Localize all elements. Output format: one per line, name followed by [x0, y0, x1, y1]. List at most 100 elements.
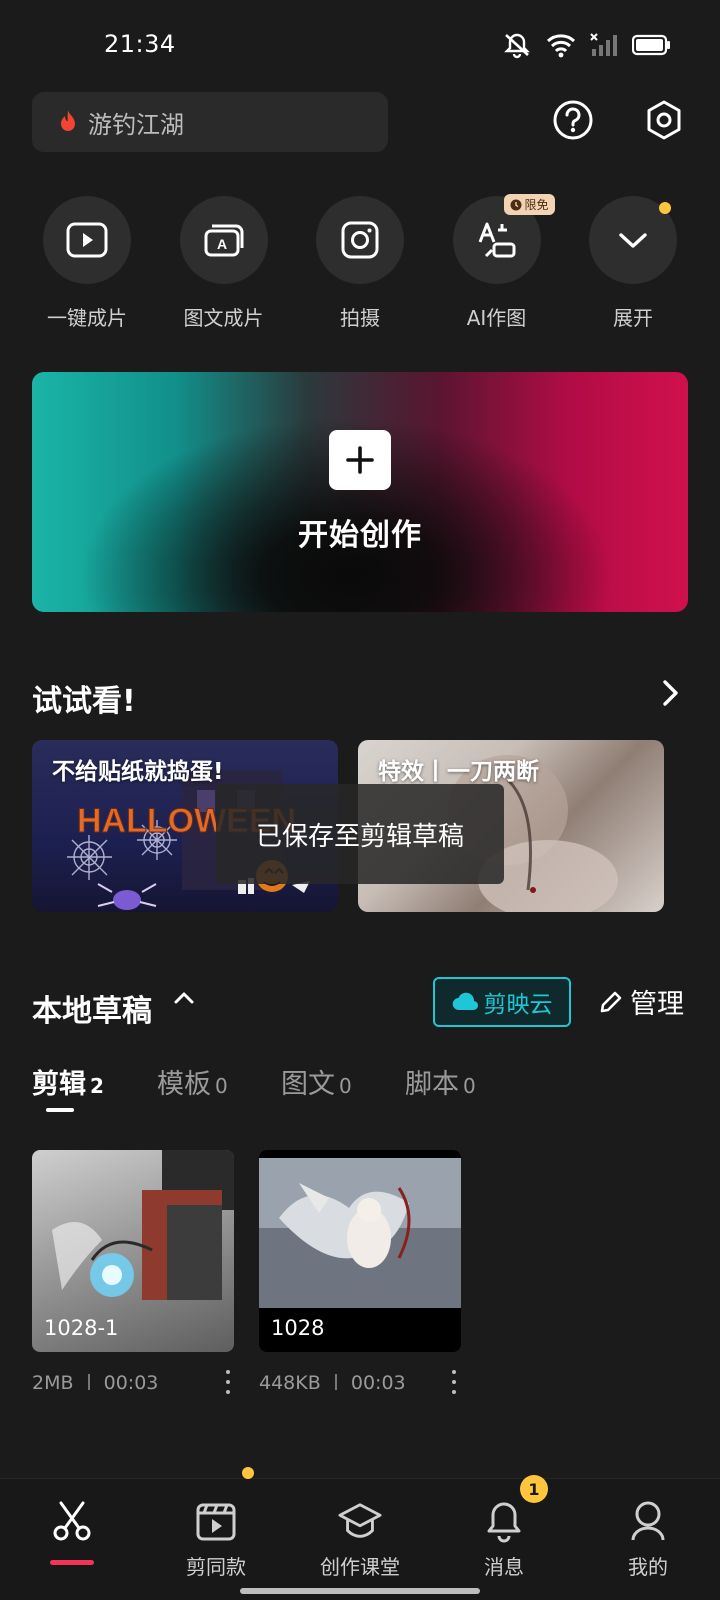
- quick-action-label: 拍摄: [340, 306, 380, 330]
- tab-underline: [46, 1108, 74, 1112]
- tab-count: 0: [215, 1074, 228, 1098]
- plus-icon: [329, 430, 391, 490]
- quick-actions: 一键成片 A 图文成片 拍摄 限免 AI作图 展开: [32, 194, 688, 331]
- bottom-nav: 剪同款 创作课堂 消息 1 我的: [0, 1467, 720, 1600]
- draft-size: 448KB: [259, 1372, 321, 1394]
- text-card-icon: A: [204, 224, 243, 257]
- tab-script[interactable]: 脚本 0: [405, 1062, 476, 1101]
- quick-action-label: AI作图: [466, 306, 527, 330]
- fire-icon: [61, 110, 75, 131]
- nav-edit[interactable]: [0, 1479, 144, 1589]
- chevron-down-icon: [619, 233, 647, 248]
- quick-action-label: 图文成片: [183, 306, 264, 330]
- tab-edit[interactable]: 剪辑 2: [32, 1062, 104, 1101]
- saved-toast: 已保存至剪辑草稿: [216, 784, 504, 884]
- search-text: 游钓江湖: [88, 110, 184, 139]
- draft-meta: 2MB 00:03: [32, 1372, 158, 1394]
- signal-icon: [590, 33, 617, 56]
- clock-icon: [510, 199, 521, 210]
- search-box[interactable]: 游钓江湖: [32, 92, 388, 152]
- draft-size: 2MB: [32, 1372, 74, 1394]
- quick-action-text-video[interactable]: A 图文成片: [169, 196, 279, 331]
- tab-count: 0: [339, 1074, 352, 1098]
- chevron-right-icon: [663, 680, 678, 706]
- drafts-title: 本地草稿: [32, 994, 152, 1029]
- new-dot: [659, 202, 671, 214]
- try-card-label: 不给贴纸就捣蛋!: [52, 759, 224, 785]
- manage-button[interactable]: 管理: [598, 982, 684, 1021]
- quick-action-circle: [316, 196, 404, 284]
- nav-label: 消息: [484, 1555, 524, 1579]
- scissors-icon: [50, 1499, 94, 1543]
- draft-duration: 00:03: [350, 1372, 406, 1394]
- nav-template[interactable]: 剪同款: [144, 1467, 288, 1589]
- tab-label: 模板: [157, 1069, 211, 1100]
- nav-messages[interactable]: 消息 1: [432, 1475, 576, 1589]
- status-icons: [502, 30, 672, 60]
- new-dot: [242, 1467, 254, 1479]
- draft-name: 1028-1: [44, 1316, 119, 1340]
- nav-profile[interactable]: 我的: [576, 1479, 720, 1589]
- try-card-label: 特效丨一刀两断: [378, 759, 539, 785]
- draft-thumbnail: [259, 1158, 461, 1308]
- cloud-button[interactable]: 剪映云: [433, 977, 571, 1027]
- tab-label: 图文: [281, 1069, 335, 1100]
- tab-label: 剪辑: [32, 1069, 86, 1100]
- wifi-icon: [546, 34, 576, 58]
- quick-action-circle: [43, 196, 131, 284]
- nav-label: 剪同款: [186, 1555, 246, 1579]
- template-clip-icon: [194, 1499, 238, 1543]
- quick-action-circle: A: [179, 196, 268, 284]
- user-icon: [626, 1499, 670, 1543]
- pencil-icon: [600, 991, 622, 1012]
- try-section-title: 试试看!: [32, 684, 136, 719]
- quick-action-expand[interactable]: 展开: [578, 196, 688, 331]
- draft-more-button[interactable]: [220, 1370, 236, 1394]
- tab-image-text[interactable]: 图文 0: [281, 1062, 352, 1101]
- free-badge: 限免: [503, 194, 555, 215]
- cloud-label: 剪映云: [483, 992, 553, 1018]
- tab-template[interactable]: 模板 0: [157, 1062, 228, 1101]
- settings-button[interactable]: [642, 98, 686, 142]
- quick-action-label: 展开: [613, 306, 653, 330]
- home-indicator[interactable]: [240, 1588, 480, 1594]
- chevron-up-icon: [174, 992, 194, 1004]
- nav-course[interactable]: 创作课堂: [288, 1479, 432, 1589]
- manage-label: 管理: [630, 989, 684, 1020]
- draft-card[interactable]: 1028: [259, 1150, 461, 1352]
- cloud-icon: [452, 992, 478, 1011]
- tab-count: 0: [463, 1074, 476, 1098]
- quick-action-one-click[interactable]: 一键成片: [32, 196, 142, 331]
- draft-duration: 00:03: [103, 1372, 159, 1394]
- battery-icon: [632, 34, 670, 56]
- draft-card[interactable]: 1028-1: [32, 1150, 234, 1352]
- help-icon: [553, 100, 593, 140]
- draft-name: 1028: [271, 1316, 325, 1340]
- graduation-cap-icon: [338, 1499, 382, 1543]
- meta-divider: [334, 1374, 337, 1390]
- nav-label: 创作课堂: [320, 1555, 400, 1579]
- svg-text:A: A: [216, 236, 226, 252]
- try-more-button[interactable]: [660, 678, 680, 712]
- bell-muted-icon: [504, 33, 530, 59]
- ai-draw-icon: [478, 222, 515, 258]
- quick-action-ai-draw[interactable]: 限免 AI作图: [442, 194, 555, 331]
- tab-count: 2: [90, 1074, 104, 1098]
- start-creating-button[interactable]: 开始创作: [32, 372, 688, 612]
- draft-more-button[interactable]: [446, 1370, 462, 1394]
- bell-icon: [482, 1499, 526, 1543]
- gear-icon: [647, 100, 681, 140]
- start-creating-label: 开始创作: [298, 518, 422, 553]
- help-button[interactable]: [551, 98, 595, 142]
- nav-label: 我的: [628, 1555, 668, 1579]
- meta-divider: [87, 1374, 90, 1390]
- draft-meta: 448KB 00:03: [259, 1372, 406, 1394]
- camera-icon: [341, 221, 379, 259]
- drafts-collapse-button[interactable]: [172, 988, 196, 1012]
- free-badge-text: 限免: [524, 198, 549, 212]
- quick-action-label: 一键成片: [47, 306, 127, 330]
- status-time: 21:34: [104, 30, 176, 58]
- play-rect-icon: [66, 222, 108, 258]
- message-count-badge: 1: [520, 1475, 548, 1503]
- quick-action-shoot[interactable]: 拍摄: [305, 196, 415, 331]
